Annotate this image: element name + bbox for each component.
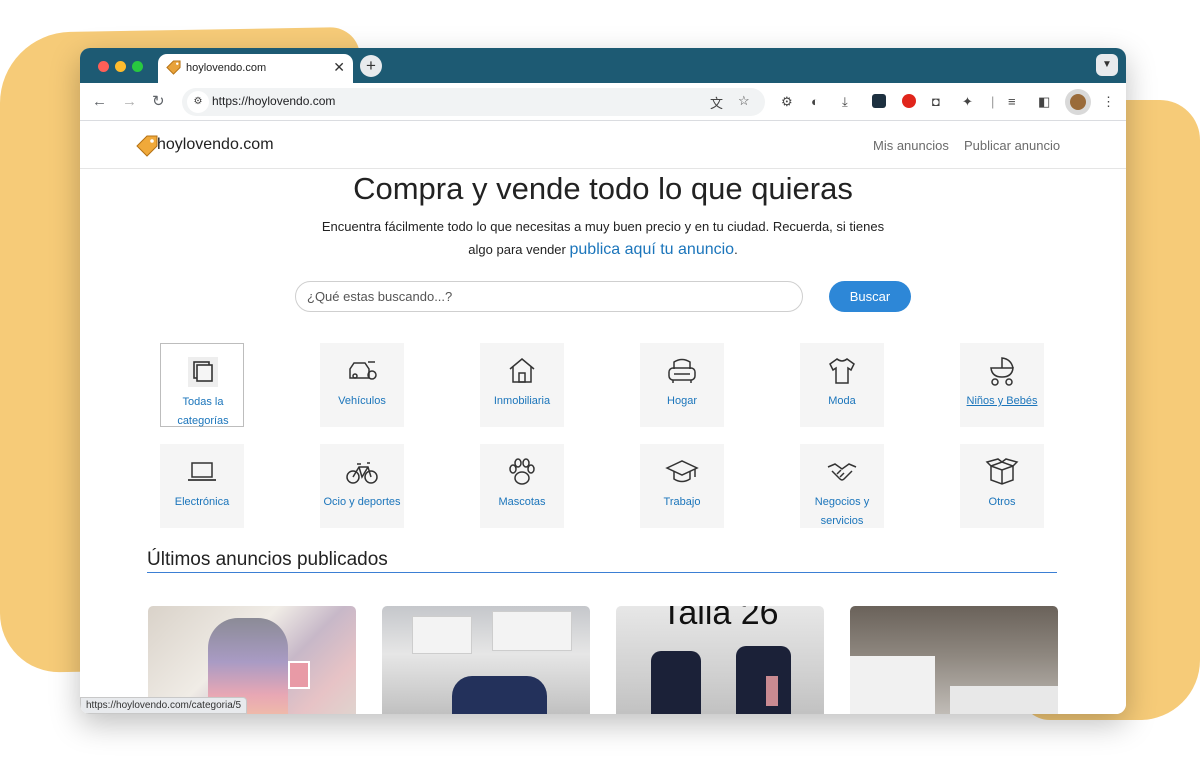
tab-title: hoylovendo.com <box>186 62 267 74</box>
extension-shield-icon[interactable]: ◐ <box>811 93 819 111</box>
listing-overlay-text: Talla 26 <box>661 606 779 632</box>
hero-subtitle-line2: algo para vender <box>468 242 566 257</box>
category-label: Todas la categorías <box>177 396 229 427</box>
download-icon[interactable]: ⤓ <box>842 93 848 111</box>
section-divider <box>147 572 1057 573</box>
category-vehicles[interactable]: Vehículos <box>320 343 404 427</box>
new-tab-button[interactable]: + <box>360 55 382 77</box>
logo-tag-icon[interactable] <box>136 135 158 157</box>
tag-icon <box>166 60 181 75</box>
category-kids-babies[interactable]: Niños y Bebés <box>960 343 1044 427</box>
latest-ads-title: Últimos anuncios publicados <box>147 549 388 570</box>
listing-shoes-photo[interactable] <box>382 606 590 714</box>
armchair-icon <box>668 358 696 383</box>
status-bar-url: https://hoylovendo.com/categoria/5 <box>80 697 248 714</box>
puzzle-extensions-icon[interactable]: ✦ <box>962 93 973 111</box>
category-label: Moda <box>828 395 856 407</box>
toolbar-divider: | <box>991 94 995 109</box>
browser-window: hoylovendo.com ✕ + ▼ ← → ↻ ⚙ https://hoy… <box>80 48 1126 714</box>
laptop-icon <box>188 462 216 481</box>
tshirt-icon <box>829 358 855 384</box>
opera-extension-icon[interactable] <box>902 94 916 108</box>
reload-icon[interactable]: ↻ <box>152 93 165 111</box>
search-input[interactable]: ¿Qué estas buscando...? <box>295 281 803 312</box>
search-button[interactable]: Buscar <box>829 281 911 312</box>
browser-toolbar: ← → ↻ ⚙ https://hoylovendo.com 文 ☆ ⚙ ◐ ⤓… <box>80 83 1126 121</box>
category-all[interactable]: Todas la categorías <box>160 343 244 427</box>
stroller-icon <box>990 357 1014 386</box>
category-label: Inmobiliaria <box>493 395 551 407</box>
paw-icon <box>509 458 535 485</box>
category-fashion[interactable]: Moda <box>800 343 884 427</box>
category-label: Niños y Bebés <box>966 395 1038 407</box>
hero-title: Compra y vende todo lo que quieras <box>353 171 853 206</box>
address-bar[interactable]: ⚙ https://hoylovendo.com 文 ☆ <box>182 88 765 116</box>
category-electronics[interactable]: Electrónica <box>160 444 244 528</box>
publish-ad-link[interactable]: publica aquí tu anuncio <box>570 241 735 258</box>
close-window-button[interactable] <box>98 61 109 72</box>
nav-my-ads-link[interactable]: Mis anuncios <box>873 138 949 153</box>
category-label: Vehículos <box>338 395 386 407</box>
category-home[interactable]: Hogar <box>640 343 724 427</box>
category-label: Mascotas <box>498 496 546 508</box>
camera-icon[interactable]: ◘ <box>932 93 940 111</box>
category-business-services[interactable]: Negocios y servicios <box>800 444 884 528</box>
category-label: Negocios y servicios <box>814 496 870 527</box>
screenshot-stage: hoylovendo.com ✕ + ▼ ← → ↻ ⚙ https://hoy… <box>0 0 1204 772</box>
house-icon <box>509 358 535 383</box>
url-text[interactable]: https://hoylovendo.com <box>212 94 335 108</box>
tab-close-button[interactable]: ✕ <box>333 59 345 76</box>
browser-tab[interactable]: hoylovendo.com ✕ <box>158 54 353 83</box>
forward-arrow-icon[interactable]: → <box>122 93 137 111</box>
minimize-window-button[interactable] <box>115 61 126 72</box>
more-menu-icon[interactable]: ⋮ <box>1102 93 1115 111</box>
box-icon <box>985 458 1019 485</box>
bicycle-icon <box>346 462 378 484</box>
category-pets[interactable]: Mascotas <box>480 444 564 528</box>
reading-list-icon[interactable]: ≡ <box>1008 93 1016 111</box>
profile-avatar[interactable] <box>1065 89 1091 115</box>
category-label: Otros <box>988 496 1016 508</box>
site-logo-text[interactable]: hoylovendo.com <box>157 136 274 154</box>
side-panel-icon[interactable]: ◧ <box>1038 93 1050 111</box>
category-jobs[interactable]: Trabajo <box>640 444 724 528</box>
hero-subtitle: Encuentra fácilmente todo lo que necesit… <box>285 215 921 261</box>
category-label: Hogar <box>667 395 697 407</box>
graduation-cap-icon <box>665 460 699 483</box>
handshake-icon <box>827 463 857 481</box>
listing-item-photo[interactable] <box>850 606 1058 714</box>
listing-boots-photo[interactable]: Talla 26 <box>616 606 824 714</box>
category-real-estate[interactable]: Inmobiliaria <box>480 343 564 427</box>
vehicle-icon <box>349 361 377 380</box>
star-bookmark-icon[interactable]: ☆ <box>738 93 750 109</box>
browser-titlebar: hoylovendo.com ✕ + ▼ <box>80 48 1126 83</box>
category-leisure-sports[interactable]: Ocio y deportes <box>320 444 404 528</box>
category-label: Electrónica <box>174 496 230 508</box>
hero-subtitle-line1: Encuentra fácilmente todo lo que necesit… <box>321 219 885 234</box>
hero-subtitle-end: . <box>734 242 738 257</box>
all-categories-icon <box>188 357 218 387</box>
extension-app-icon[interactable] <box>872 94 886 108</box>
translate-icon[interactable]: 文 <box>710 93 723 112</box>
web-page: hoylovendo.com Mis anuncios Publicar anu… <box>80 122 1126 714</box>
category-label: Ocio y deportes <box>323 496 401 508</box>
category-others[interactable]: Otros <box>960 444 1044 528</box>
back-arrow-icon[interactable]: ← <box>92 93 107 111</box>
site-info-icon[interactable]: ⚙ <box>187 91 209 113</box>
chevron-down-icon[interactable]: ▼ <box>1096 54 1118 76</box>
extension-gear-icon[interactable]: ⚙ <box>781 93 793 111</box>
nav-publish-link[interactable]: Publicar anuncio <box>964 138 1060 153</box>
site-header: hoylovendo.com Mis anuncios Publicar anu… <box>80 122 1126 169</box>
maximize-window-button[interactable] <box>132 61 143 72</box>
category-label: Trabajo <box>663 496 701 508</box>
